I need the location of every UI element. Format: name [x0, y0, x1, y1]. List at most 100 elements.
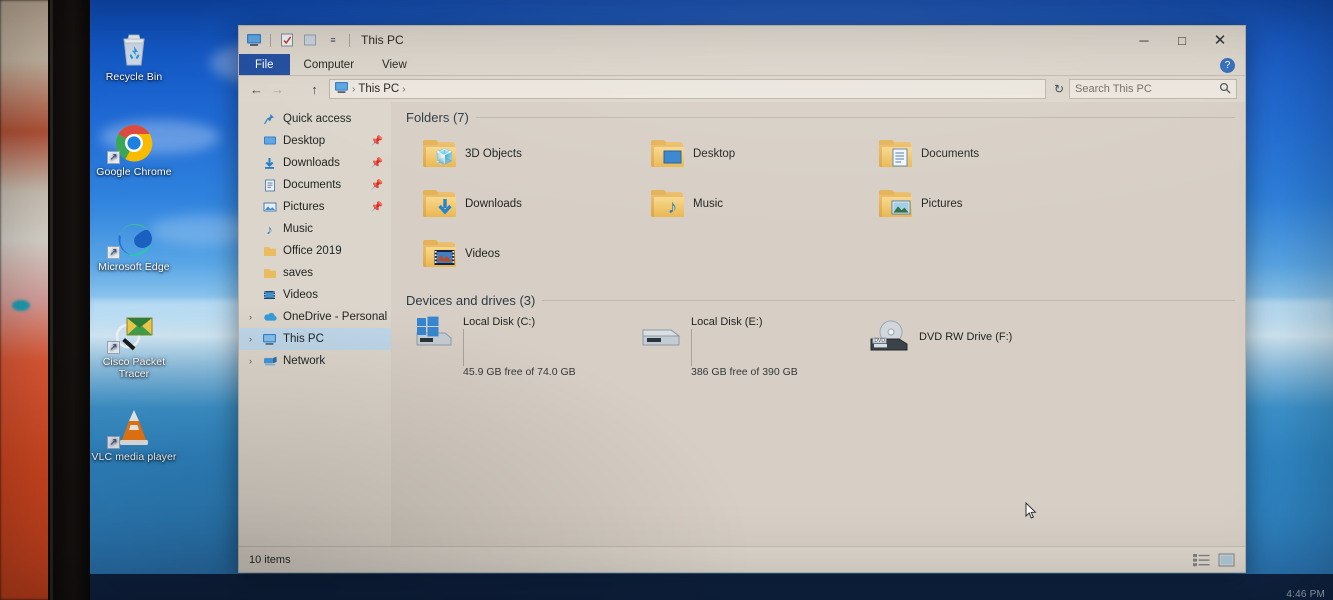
folder-icon: [261, 244, 278, 259]
properties-icon[interactable]: [278, 32, 296, 48]
windows-drive-icon: [411, 314, 455, 353]
chevron-down-icon[interactable]: ≡: [324, 32, 342, 48]
taskbar[interactable]: 4:46 PM: [90, 574, 1333, 600]
nav-item-onedrive[interactable]: › OneDrive - Personal: [239, 306, 391, 328]
drives-grid[interactable]: Local Disk (C:) 45.9 GB free of 74.0 GB: [399, 312, 1235, 362]
chevron-down-icon[interactable]: ⱟ: [245, 114, 256, 124]
new-folder-icon[interactable]: [301, 32, 319, 48]
folder-item-desktop[interactable]: Desktop: [627, 129, 855, 179]
desktop-icon-google-chrome[interactable]: ↗ Google Chrome: [91, 120, 177, 178]
folders-group-header[interactable]: ⱟ Folders (7): [399, 110, 1235, 125]
folder-item-pictures[interactable]: Pictures: [855, 179, 1083, 229]
breadcrumb-item-this-pc[interactable]: This PC: [358, 83, 399, 95]
drive-name: DVD RW Drive (F:): [919, 331, 1012, 343]
close-button[interactable]: ✕: [1201, 27, 1239, 53]
tab-computer[interactable]: Computer: [290, 54, 369, 76]
folder-icon-documents: [879, 140, 913, 168]
nav-item-saves[interactable]: saves: [239, 262, 391, 284]
folder-item-3d-objects[interactable]: 🧊 3D Objects: [399, 129, 627, 179]
network-icon: [261, 354, 278, 369]
nav-item-label: Videos: [283, 289, 318, 301]
bezel-highlight: [50, 0, 53, 600]
documents-icon: [261, 178, 278, 193]
folder-item-downloads[interactable]: Downloads: [399, 179, 627, 229]
nav-item-office-2019[interactable]: Office 2019: [239, 240, 391, 262]
recent-locations-icon[interactable]: ⱟ: [289, 80, 303, 99]
nav-item-videos[interactable]: Videos: [239, 284, 391, 306]
ribbon-tabs[interactable]: File Computer View ⱟ ?: [239, 54, 1245, 76]
breadcrumb[interactable]: › This PC › ⱟ: [329, 79, 1046, 99]
this-pc-icon: [334, 81, 349, 97]
3d-objects-emblem-icon: 🧊: [434, 148, 455, 167]
navigation-pane[interactable]: ⱟ Quick access Desktop 📌 Downloads 📌 Doc…: [239, 102, 391, 546]
maximize-button[interactable]: □: [1163, 27, 1201, 53]
drive-meta: Local Disk (E:) 386 GB free of 390 GB: [691, 314, 798, 378]
file-explorer-window[interactable]: ≡ This PC ─ □ ✕ File Computer View ⱟ ? ←…: [238, 25, 1246, 573]
tab-view[interactable]: View: [368, 54, 421, 76]
minimize-button[interactable]: ─: [1125, 27, 1163, 53]
address-dropdown-icon[interactable]: ⱟ: [1039, 84, 1041, 94]
breadcrumb-separator: ›: [352, 84, 355, 95]
drive-item-local-disk-e[interactable]: Local Disk (E:) 386 GB free of 390 GB: [627, 314, 855, 362]
nav-item-documents[interactable]: Documents 📌: [239, 174, 391, 196]
drive-meta: DVD RW Drive (F:): [919, 331, 1012, 345]
ribbon-right-controls[interactable]: ⱟ ?: [1212, 54, 1245, 76]
desktop-icon-microsoft-edge[interactable]: ↗ Microsoft Edge: [91, 215, 177, 273]
folder-label: Downloads: [465, 198, 522, 210]
nav-item-desktop[interactable]: Desktop 📌: [239, 130, 391, 152]
view-mode-buttons[interactable]: [1193, 553, 1235, 567]
window-controls[interactable]: ─ □ ✕: [1125, 27, 1239, 53]
folder-label: Desktop: [693, 148, 735, 160]
large-icons-view-button[interactable]: [1218, 553, 1235, 567]
pin-icon: [261, 112, 278, 127]
folder-label: Documents: [921, 148, 979, 160]
taskbar-clock[interactable]: 4:46 PM: [1286, 589, 1325, 600]
folder-item-documents[interactable]: Documents: [855, 129, 1083, 179]
drive-item-dvd-rw-f[interactable]: DVD DVD RW Drive (F:): [855, 314, 1083, 362]
desktop-icon-label: VLC media player: [91, 451, 176, 463]
folder-label: Videos: [465, 248, 500, 260]
windows-desktop[interactable]: Recycle Bin ↗ Google Chrome ↗ Microsoft …: [90, 0, 1333, 600]
breadcrumb-separator[interactable]: ›: [402, 84, 405, 95]
desktop-icon-recycle-bin[interactable]: Recycle Bin: [91, 25, 177, 83]
window-title: This PC: [361, 33, 404, 47]
this-pc-icon[interactable]: [245, 32, 263, 48]
group-divider: [542, 300, 1235, 301]
nav-item-label: Office 2019: [283, 245, 342, 257]
nav-item-music[interactable]: ♪ Music: [239, 218, 391, 240]
up-button[interactable]: ↑: [305, 80, 324, 99]
tab-file[interactable]: File: [239, 54, 290, 76]
nav-item-label: Quick access: [283, 113, 351, 125]
drive-item-local-disk-c[interactable]: Local Disk (C:) 45.9 GB free of 74.0 GB: [399, 314, 627, 362]
search-icon[interactable]: [1219, 82, 1231, 97]
chevron-right-icon[interactable]: ›: [245, 312, 256, 322]
pinned-icon: 📌: [371, 136, 383, 147]
folders-grid[interactable]: 🧊 3D Objects Desktop Documents Downloads…: [399, 129, 1235, 279]
nav-item-pictures[interactable]: Pictures 📌: [239, 196, 391, 218]
nav-item-this-pc[interactable]: › This PC: [239, 328, 391, 350]
desktop-icon-cisco-packet-tracer[interactable]: ↗ Cisco Packet Tracer: [91, 310, 177, 380]
folder-item-music[interactable]: ♪ Music: [627, 179, 855, 229]
nav-item-downloads[interactable]: Downloads 📌: [239, 152, 391, 174]
nav-item-label: Desktop: [283, 135, 325, 147]
address-bar[interactable]: ← → ⱟ ↑ › This PC › ⱟ ↻ Search This PC: [239, 76, 1245, 102]
quick-access-toolbar[interactable]: ≡ This PC ─ □ ✕: [239, 26, 1245, 54]
nav-item-network[interactable]: › Network: [239, 350, 391, 372]
nav-item-quick-access[interactable]: ⱟ Quick access: [239, 108, 391, 130]
desktop-icon-vlc-media-player[interactable]: ↗ VLC media player: [91, 405, 177, 463]
folder-item-videos[interactable]: Videos: [399, 229, 627, 279]
back-button[interactable]: ←: [247, 80, 266, 99]
details-view-button[interactable]: [1193, 553, 1210, 567]
content-pane[interactable]: ⱟ Folders (7) 🧊 3D Objects Desktop Docum…: [391, 102, 1245, 546]
chevron-right-icon[interactable]: ›: [245, 334, 256, 344]
this-pc-icon: [261, 332, 278, 347]
drives-group-header[interactable]: ⱟ Devices and drives (3): [399, 293, 1235, 308]
item-count-label: 10 items: [249, 554, 291, 566]
background-object: [12, 300, 30, 311]
folder-icon-videos: [423, 240, 457, 268]
refresh-button[interactable]: ↻: [1051, 82, 1067, 96]
folder-icon: [261, 266, 278, 281]
chevron-right-icon[interactable]: ›: [245, 356, 256, 366]
search-input[interactable]: Search This PC: [1069, 79, 1237, 99]
help-icon[interactable]: ?: [1220, 58, 1235, 73]
